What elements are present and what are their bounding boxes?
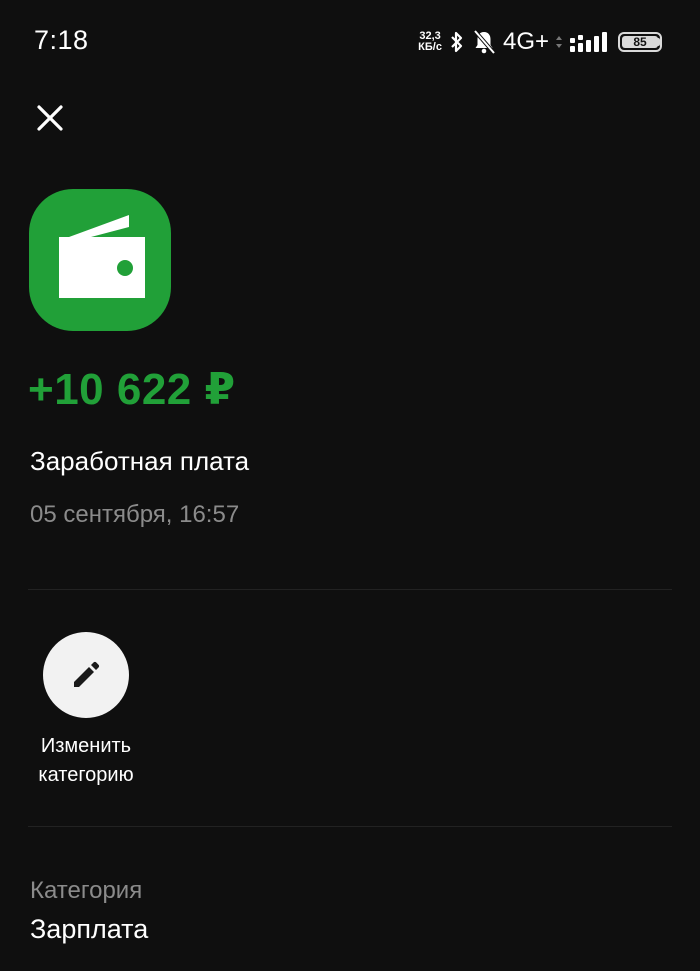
edit-category-circle[interactable] (43, 632, 129, 718)
transaction-amount: +10 622 ₽ (28, 365, 236, 414)
bluetooth-icon (449, 30, 465, 54)
close-icon (37, 105, 63, 131)
close-button[interactable] (30, 98, 70, 138)
divider-bottom (28, 826, 672, 827)
status-time: 7:18 (34, 25, 89, 55)
wallet-tile (29, 189, 171, 331)
category-label: Категория (30, 877, 143, 904)
category-value: Зарплата (30, 914, 149, 944)
signal-icon (569, 30, 607, 54)
divider-top (28, 589, 672, 590)
wallet-icon (59, 215, 145, 298)
bell-muted-icon (472, 29, 496, 55)
network-speed: 32,3 КБ/с (418, 31, 442, 53)
status-bar: 7:18 32,3 КБ/с 4G+ 85 (0, 0, 700, 84)
edit-category-label-line2: категорию (38, 764, 134, 786)
network-type: 4G+ (502, 28, 549, 55)
transaction-title: Заработная плата (30, 446, 250, 476)
edit-category-label: Изменить категорию (20, 732, 152, 790)
data-arrows-icon (556, 36, 562, 48)
network-speed-unit: КБ/с (418, 41, 442, 53)
pencil-icon (74, 661, 100, 687)
battery-icon: 85 (614, 32, 662, 52)
battery-body: 85 (618, 32, 662, 52)
edit-category-label-line1: Изменить (40, 735, 132, 757)
status-icons: 32,3 КБ/с 4G+ 85 (418, 26, 662, 58)
battery-level: 85 (633, 35, 647, 49)
transaction-date: 05 сентября, 16:57 (30, 501, 240, 528)
edit-category-button[interactable]: Изменить категорию (20, 632, 152, 790)
